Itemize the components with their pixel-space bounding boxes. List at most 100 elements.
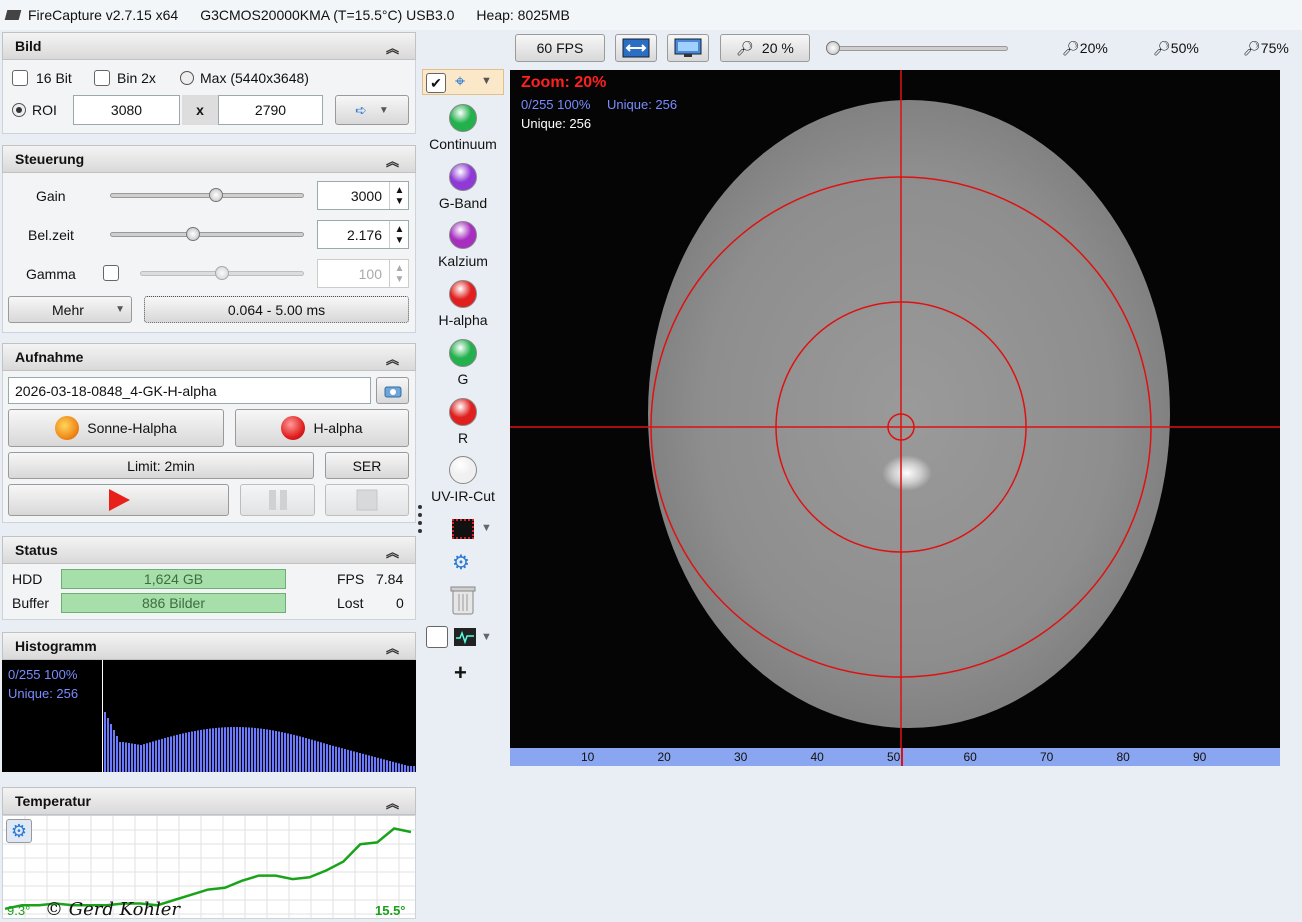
chevron-down-icon[interactable]: ▼ — [481, 522, 492, 534]
filter-g-band[interactable]: G-Band — [418, 162, 508, 211]
monitor-checkbox[interactable] — [426, 626, 448, 648]
hdd-bar: 1,624 GB — [61, 569, 286, 589]
filter-label: Kalzium — [438, 253, 488, 270]
crosshair-icon[interactable]: ⌖ — [455, 71, 465, 92]
filename-field[interactable]: 2026-03-18-0848_4-GK-H-alpha — [8, 377, 371, 404]
gamma-slider-knob[interactable] — [215, 266, 229, 280]
red-filter-icon — [281, 416, 306, 440]
collapse-icon[interactable]: ︽ — [386, 793, 399, 812]
histogram-bar — [281, 732, 283, 772]
zoom-50-link[interactable]: 🔎︎50% — [1153, 40, 1199, 57]
pause-button[interactable] — [240, 484, 315, 516]
exposure-spinner[interactable]: ▲ ▼ — [389, 221, 409, 248]
histogram-bar — [104, 712, 106, 772]
filter-r[interactable]: R — [418, 397, 508, 446]
roi-width-field[interactable]: 3080 — [73, 95, 180, 125]
histogram-bars — [104, 712, 415, 772]
panel-header-aufnahme[interactable]: Aufnahme ︽ — [2, 343, 416, 371]
collapse-icon[interactable]: ︽ — [386, 349, 399, 368]
chevron-down-icon: ▼ — [378, 104, 389, 116]
ruler-label: 80 — [1116, 750, 1130, 764]
histogram-bar — [203, 729, 205, 772]
exposure-slider-knob[interactable] — [186, 227, 200, 241]
roi-preset-button[interactable]: ➪ ▼ — [335, 95, 409, 125]
gamma-checkbox[interactable] — [103, 265, 119, 281]
profile-button[interactable]: Sonne-Halpha — [8, 409, 224, 447]
trash-icon[interactable] — [450, 584, 476, 616]
display-button[interactable] — [667, 34, 709, 62]
filter-h-alpha[interactable]: H-alpha — [418, 280, 508, 328]
histogram-bar — [380, 758, 382, 772]
gain-slider[interactable] — [110, 186, 304, 206]
more-dropdown[interactable]: Mehr ▼ — [8, 296, 132, 323]
zoom-75-link[interactable]: 🔎︎75% — [1243, 40, 1289, 57]
collapse-icon[interactable]: ︽ — [386, 542, 399, 561]
zoom-slider-knob[interactable] — [826, 41, 840, 55]
filter-ball-icon — [449, 397, 477, 426]
bin2x-checkbox[interactable] — [94, 70, 110, 86]
chevron-down-icon: ▼ — [115, 304, 125, 315]
fit-view-button[interactable] — [615, 34, 657, 62]
filter-kalzium[interactable]: Kalzium — [418, 221, 508, 269]
panel-header-temperatur[interactable]: Temperatur ︽ — [2, 787, 416, 815]
temp-settings-button[interactable]: ⚙ — [6, 819, 32, 843]
histogram-bar — [212, 728, 214, 772]
gain-slider-knob[interactable] — [209, 188, 223, 202]
histogram-bar — [167, 737, 169, 772]
histogram-bar — [158, 739, 160, 772]
histogram-bar — [194, 730, 196, 772]
collapse-icon[interactable]: ︽ — [386, 638, 399, 657]
histogram-bar — [395, 762, 397, 772]
fps-button[interactable]: 60 FPS — [515, 34, 605, 62]
record-button[interactable] — [8, 484, 229, 516]
magnifier-icon: 🔎︎ — [1062, 40, 1080, 56]
panel-header-histogramm[interactable]: Histogramm ︽ — [2, 632, 416, 660]
exposure-slider[interactable] — [110, 225, 304, 245]
max-radio[interactable] — [180, 71, 194, 85]
histogram-bar — [272, 730, 274, 772]
format-button[interactable]: SER — [325, 452, 409, 479]
filter-continuum[interactable]: Continuum — [418, 104, 508, 152]
16bit-checkbox[interactable] — [12, 70, 28, 86]
gain-spinner[interactable]: ▲ ▼ — [389, 182, 409, 209]
stop-button[interactable] — [325, 484, 409, 516]
filter-uv-ir-cut[interactable]: UV-IR-Cut — [418, 456, 508, 504]
zoom-20-link[interactable]: 🔎︎20% — [1062, 40, 1108, 57]
folder-button[interactable] — [376, 377, 409, 404]
zoom-button[interactable]: 🔎︎ 20 % — [720, 34, 810, 62]
waveform-icon[interactable] — [454, 628, 476, 646]
panel-header-steuerung[interactable]: Steuerung ︽ — [2, 145, 416, 173]
zoom-slider[interactable] — [826, 40, 1008, 56]
preview-canvas[interactable]: Zoom: 20% 0/255 100% Unique: 256 Unique:… — [510, 70, 1280, 748]
gamma-spinner[interactable]: ▲ ▼ — [389, 260, 409, 287]
limit-button[interactable]: Limit: 2min — [8, 452, 314, 479]
roi-select-icon[interactable] — [452, 519, 474, 539]
histogram-bar — [116, 736, 118, 772]
roi-height-field[interactable]: 2790 — [218, 95, 323, 125]
roi-radio[interactable] — [12, 103, 26, 117]
ruler-label: 90 — [1193, 750, 1207, 764]
gear-icon[interactable]: ⚙ — [452, 550, 470, 575]
panel-header-status[interactable]: Status ︽ — [2, 536, 416, 564]
panel-header-bild[interactable]: Bild ︽ — [2, 32, 416, 60]
active-filter-button[interactable]: H-alpha — [235, 409, 409, 447]
histogram-bar — [188, 732, 190, 772]
gamma-slider[interactable] — [140, 264, 304, 284]
histogram-view: 0/255 100% Unique: 256 — [2, 660, 416, 772]
collapse-icon[interactable]: ︽ — [386, 38, 399, 57]
active-filter-label: H-alpha — [313, 420, 363, 436]
exposure-range-button[interactable]: 0.064 - 5.00 ms — [144, 296, 409, 323]
filter-label: G — [457, 370, 469, 387]
splitter-handle[interactable] — [418, 505, 422, 545]
overlay-checkbox[interactable]: ✔ — [426, 73, 446, 93]
panel-title: Histogramm — [15, 638, 97, 654]
lost-value: 0 — [396, 595, 404, 611]
filter-g[interactable]: G — [418, 338, 508, 387]
histogram-bar — [326, 744, 328, 772]
chevron-down-icon[interactable]: ▼ — [481, 631, 492, 643]
histogram-bar — [377, 757, 379, 772]
add-icon[interactable]: + — [454, 660, 467, 686]
collapse-icon[interactable]: ︽ — [386, 151, 399, 170]
histogram-bar — [320, 742, 322, 772]
chevron-down-icon[interactable]: ▼ — [481, 75, 492, 87]
